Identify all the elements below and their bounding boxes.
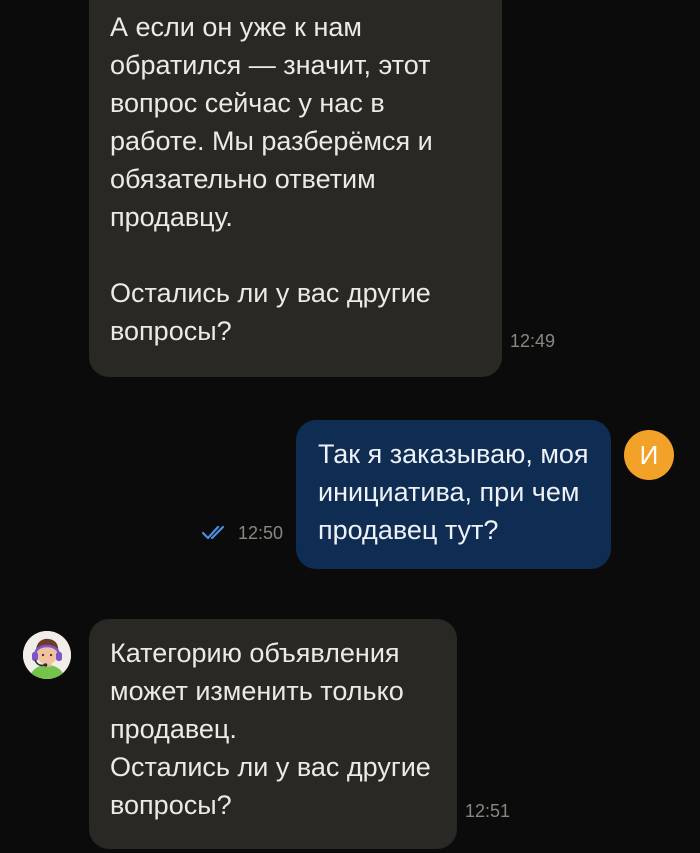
- support-message-bubble[interactable]: Категорию объявления может изменить толь…: [89, 619, 457, 849]
- message-timestamp: 12:51: [465, 801, 511, 821]
- user-message-bubble[interactable]: Так я заказываю, моя инициатива, при чем…: [296, 420, 611, 569]
- support-message-bubble[interactable]: А если он уже к нам обратился — значит, …: [89, 0, 502, 377]
- message-timestamp: 12:49: [510, 331, 556, 351]
- user-avatar[interactable]: И: [624, 430, 674, 480]
- message-meta: 12:50: [202, 522, 283, 544]
- support-agent-avatar-icon[interactable]: [23, 631, 71, 679]
- double-check-icon: [202, 525, 230, 541]
- message-timestamp: 12:50: [238, 523, 284, 543]
- chat-thread: А если он уже к нам обратился — значит, …: [0, 0, 700, 853]
